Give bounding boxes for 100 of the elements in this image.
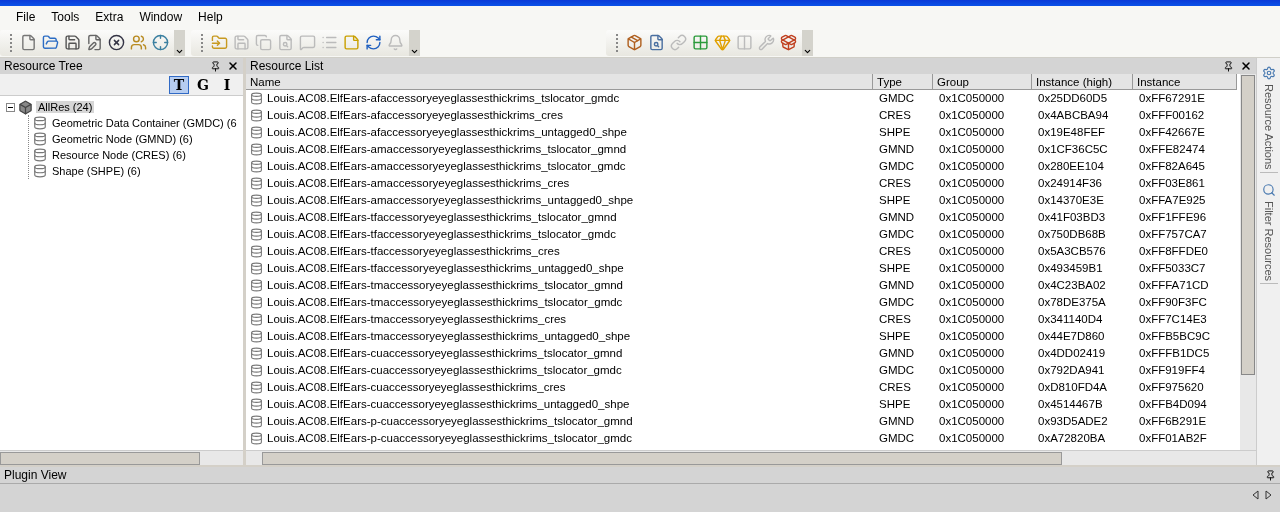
note-icon[interactable] bbox=[343, 34, 360, 51]
column-header[interactable]: Type bbox=[873, 74, 933, 90]
column-header[interactable]: Name bbox=[246, 74, 873, 90]
table-cell-text: 0x24914F36 bbox=[1037, 176, 1103, 191]
resource-name: Louis.AC08.ElfEars-p-cuaccessoryeyeglassesthickrims_tslocator_gmnd bbox=[267, 414, 633, 429]
resource-name: Louis.AC08.ElfEars-afaccessoryeyeglassesthickrims_tslocator_gmdc bbox=[267, 91, 620, 106]
database-icon bbox=[250, 126, 263, 139]
table-cell-text: 0xFF975620 bbox=[1138, 380, 1205, 395]
table-cell-text: 0xFF03E861 bbox=[1138, 176, 1206, 191]
resource-name: Louis.AC08.ElfEars-amaccessoryeyeglassesthickrims_tslocator_gmdc bbox=[267, 159, 626, 174]
toolbar-overflow-button[interactable] bbox=[174, 29, 185, 56]
table-cell-text: 0x1C050000 bbox=[938, 244, 1006, 259]
tree-item[interactable]: AllRes (24) bbox=[36, 101, 95, 113]
menu-item[interactable]: Window bbox=[131, 8, 191, 26]
right-arrow-icon[interactable] bbox=[1265, 490, 1272, 500]
horizontal-scrollbar[interactable] bbox=[246, 450, 1256, 465]
database-icon bbox=[250, 245, 263, 258]
pin-icon[interactable] bbox=[210, 60, 221, 72]
tree-item[interactable]: Shape (SHPE) (6) bbox=[50, 165, 143, 177]
database-icon bbox=[250, 194, 263, 207]
close-icon[interactable] bbox=[108, 34, 125, 51]
pin-icon[interactable] bbox=[1223, 60, 1234, 72]
table-cell-text: 0x41F03BD3 bbox=[1037, 210, 1107, 225]
table-cell-text: 0x493459B1 bbox=[1037, 261, 1104, 276]
folder-icon[interactable] bbox=[211, 34, 228, 51]
table-cell-text: 0x1C050000 bbox=[938, 312, 1006, 327]
file-icon[interactable] bbox=[20, 34, 37, 51]
package-icon[interactable] bbox=[626, 34, 643, 51]
resource-name: Louis.AC08.ElfEars-afaccessoryeyeglassesthickrims_cres bbox=[267, 108, 563, 123]
tree-item[interactable]: Geometric Data Container (GMDC) (6 bbox=[50, 117, 239, 129]
table-cell-text: 0x1C050000 bbox=[938, 176, 1006, 191]
view-toggle[interactable]: I bbox=[217, 75, 237, 94]
table-cell-text: 0xA72820BA bbox=[1037, 431, 1107, 446]
column-header[interactable]: Instance (high) bbox=[1032, 74, 1133, 90]
database-icon bbox=[250, 398, 263, 411]
close-icon[interactable] bbox=[1240, 60, 1252, 72]
database-icon bbox=[250, 143, 263, 156]
gem-icon[interactable] bbox=[714, 34, 731, 51]
table-cell-text: 0x25DD60D5 bbox=[1037, 91, 1109, 106]
vertical-scrollbar[interactable] bbox=[1240, 74, 1256, 450]
users-icon[interactable] bbox=[130, 34, 147, 51]
resource-name: Louis.AC08.ElfEars-cuaccessoryeyeglassesthickrims_tslocator_gmnd bbox=[267, 346, 623, 361]
column-header[interactable]: Instance bbox=[1133, 74, 1237, 90]
crosshair-icon[interactable] bbox=[152, 34, 169, 51]
search-icon[interactable] bbox=[648, 34, 665, 51]
menu-item[interactable]: File bbox=[8, 8, 44, 26]
close-icon[interactable] bbox=[227, 60, 239, 72]
folder-icon[interactable] bbox=[42, 34, 59, 51]
side-tab[interactable]: Filter Resources bbox=[1259, 180, 1278, 284]
resource-name: Louis.AC08.ElfEars-afaccessoryeyeglassesthickrims_untagged0_shpe bbox=[267, 125, 627, 140]
tree-item[interactable]: Geometric Node (GMND) (6) bbox=[50, 133, 195, 145]
table-cell-text: 0xFFE82474 bbox=[1138, 142, 1206, 157]
toolbar-overflow-button[interactable] bbox=[802, 29, 813, 56]
database-icon bbox=[250, 330, 263, 343]
resource-name: Louis.AC08.ElfEars-tmaccessoryeyeglassesthickrims_tslocator_gmdc bbox=[267, 295, 623, 310]
table-cell-text: GMDC bbox=[878, 363, 916, 378]
table-cell-text: 0xFF919FF4 bbox=[1138, 363, 1206, 378]
horizontal-scrollbar[interactable] bbox=[0, 450, 243, 465]
side-tab[interactable]: Resource Actions bbox=[1259, 64, 1278, 173]
view-toggle[interactable]: G bbox=[193, 75, 213, 94]
table-cell-text: 0xFF90F3FC bbox=[1138, 295, 1208, 310]
table-cell-text: 0xFF6B291E bbox=[1138, 414, 1208, 429]
left-arrow-icon[interactable] bbox=[1252, 490, 1259, 500]
edit-file-icon[interactable] bbox=[86, 34, 103, 51]
table-cell-text: GMND bbox=[878, 210, 916, 225]
toolbar-overflow-button[interactable] bbox=[409, 29, 420, 56]
table-cell-text: 0x341140D4 bbox=[1037, 312, 1104, 327]
menu-item[interactable]: Help bbox=[190, 8, 231, 26]
resource-name: Louis.AC08.ElfEars-tfaccessoryeyeglassesthickrims_tslocator_gmdc bbox=[267, 227, 616, 242]
menu-item[interactable]: Extra bbox=[87, 8, 132, 26]
database-icon bbox=[250, 381, 263, 394]
table-cell-text: 0x4514467B bbox=[1037, 397, 1104, 412]
table-cell-text: 0x1C050000 bbox=[938, 431, 1006, 446]
menu-item[interactable]: Tools bbox=[43, 8, 88, 26]
resource-name: Louis.AC08.ElfEars-tmaccessoryeyeglassesthickrims_cres bbox=[267, 312, 567, 327]
database-icon bbox=[250, 228, 263, 241]
panel-title: Resource List bbox=[250, 59, 324, 73]
collapse-icon[interactable] bbox=[6, 102, 15, 112]
database-icon bbox=[33, 116, 47, 130]
tree-item[interactable]: Resource Node (CRES) (6) bbox=[50, 149, 188, 161]
table-cell-text: 0x1C050000 bbox=[938, 193, 1006, 208]
table-cell-text: 0x1C050000 bbox=[938, 295, 1006, 310]
open-box-icon[interactable] bbox=[780, 34, 797, 51]
resource-name: Louis.AC08.ElfEars-tfaccessoryeyeglassesthickrims_untagged0_shpe bbox=[267, 261, 624, 276]
pin-icon[interactable] bbox=[1265, 469, 1276, 481]
database-icon bbox=[250, 347, 263, 360]
table-cell-text: 0x1C050000 bbox=[938, 142, 1006, 157]
refresh-icon[interactable] bbox=[365, 34, 382, 51]
table-cell-text: 0x1C050000 bbox=[938, 397, 1006, 412]
table-cell-text: 0x4DD02419 bbox=[1037, 346, 1107, 361]
table-cell-text: GMND bbox=[878, 142, 916, 157]
column-header[interactable]: Group bbox=[933, 74, 1032, 90]
table-cell-text: 0x1C050000 bbox=[938, 346, 1006, 361]
table-cell-text: 0x280EE104 bbox=[1037, 159, 1105, 174]
table-cell-text: CRES bbox=[878, 380, 912, 395]
table-cell-text: SHPE bbox=[878, 193, 912, 208]
view-toggle[interactable]: T bbox=[169, 75, 189, 94]
grid-icon[interactable] bbox=[692, 34, 709, 51]
resource-name: Louis.AC08.ElfEars-p-cuaccessoryeyeglassesthickrims_tslocator_gmdc bbox=[267, 431, 632, 446]
table-cell-text: 0x1C050000 bbox=[938, 227, 1006, 242]
